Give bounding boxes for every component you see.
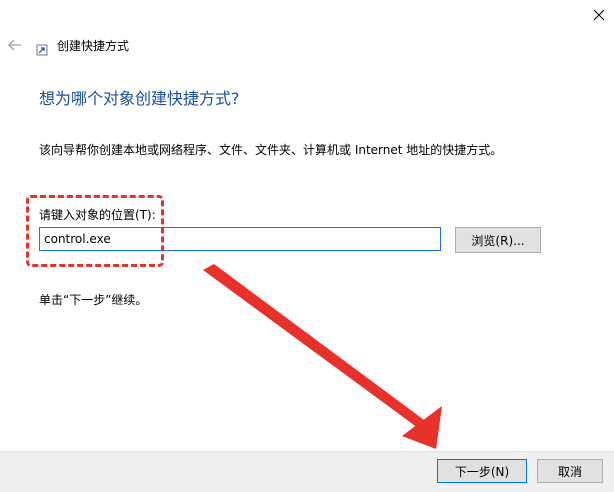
browse-button[interactable]: 浏览(R)... [455,227,541,253]
continue-hint: 单击“下一步”继续。 [39,293,148,307]
next-button[interactable]: 下一步(N) [437,459,527,483]
wizard-title: 创建快捷方式 [57,39,130,53]
page-heading: 想为哪个对象创建快捷方式? [39,89,240,108]
back-button[interactable] [6,36,24,54]
arrow-shaft [203,264,424,428]
highlight-annotation-box [26,195,164,267]
cancel-button[interactable]: 取消 [537,459,603,483]
shortcut-icon [36,41,48,56]
wizard-description: 该向导帮你创建本地或网络程序、文件、文件夹、计算机或 Internet 地址的快… [39,143,503,157]
close-button[interactable] [584,0,614,30]
close-icon [593,9,605,21]
back-arrow-icon [8,39,21,51]
arrow-head-icon [402,406,442,449]
